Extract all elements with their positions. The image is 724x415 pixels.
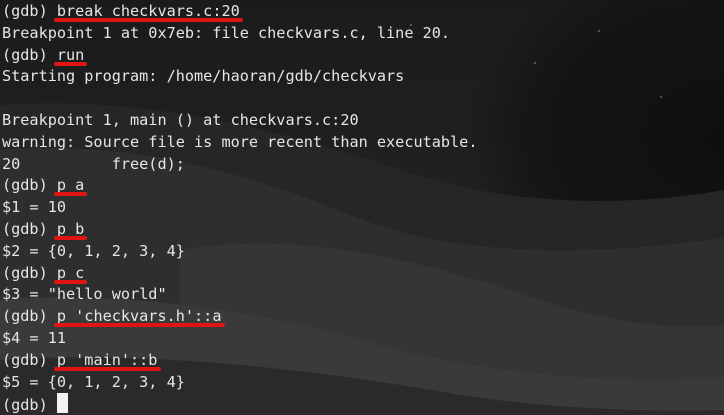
output-text: Breakpoint 1 at 0x7eb: file checkvars.c,… <box>2 23 451 42</box>
output-text: $3 = "hello world" <box>2 285 167 304</box>
output-text: $5 = {0, 1, 2, 3, 4} <box>2 372 185 391</box>
command-text: run <box>56 45 85 64</box>
terminal-command-line: (gdb) run <box>2 45 477 67</box>
terminal-output-line: Breakpoint 1 at 0x7eb: file checkvars.c,… <box>2 23 477 45</box>
terminal-output-line: 20 free(d); <box>2 154 477 176</box>
terminal-output-line: $2 = {0, 1, 2, 3, 4} <box>2 241 477 263</box>
terminal-output-line: Starting program: /home/haoran/gdb/check… <box>2 66 477 88</box>
terminal-output-line: $1 = 10 <box>2 197 477 219</box>
annotation-underline <box>53 18 244 22</box>
terminal-command-line: (gdb) p 'main'::b <box>2 350 477 372</box>
terminal-output: (gdb) break checkvars.c:20 Breakpoint 1 a… <box>2 1 477 415</box>
terminal-command-line: (gdb) p b <box>2 219 477 241</box>
gdb-prompt: (gdb) <box>2 350 57 369</box>
terminal-output-line: $4 = 11 <box>2 328 477 350</box>
output-text: $4 = 11 <box>2 328 67 347</box>
annotation-underline <box>53 366 161 371</box>
output-text: warning: Source file is more recent than… <box>2 132 478 151</box>
annotation-underline <box>53 279 88 284</box>
star-decoration <box>598 30 600 32</box>
star-decoration <box>534 62 536 64</box>
terminal-command-line: (gdb) p a <box>2 175 477 197</box>
terminal-output-line: warning: Source file is more recent than… <box>2 132 477 154</box>
annotation-underline <box>53 323 225 328</box>
output-text: Starting program: /home/haoran/gdb/check… <box>2 67 405 86</box>
output-text: 20 free(d); <box>2 154 185 173</box>
command-text: p c <box>56 263 85 282</box>
terminal-command-line: (gdb) p 'checkvars.h'::a <box>2 306 477 328</box>
terminal-command-line: (gdb) <box>2 393 477 415</box>
annotation-underline <box>53 192 88 197</box>
annotation-underline <box>53 61 88 66</box>
terminal-output-line: $3 = "hello world" <box>2 284 477 306</box>
annotation-underline <box>53 235 88 240</box>
output-text: $2 = {0, 1, 2, 3, 4} <box>2 241 185 260</box>
terminal-output-line: Breakpoint 1, main () at checkvars.c:20 <box>2 110 477 132</box>
gdb-prompt: (gdb) <box>2 2 57 20</box>
terminal-output-line <box>2 88 477 110</box>
gdb-prompt: (gdb) <box>2 396 57 415</box>
terminal-command-line: (gdb) p c <box>2 263 477 285</box>
gdb-prompt: (gdb) <box>2 176 57 195</box>
terminal-command-line: (gdb) break checkvars.c:20 <box>2 1 477 23</box>
terminal-window[interactable]: (gdb) break checkvars.c:20 Breakpoint 1 a… <box>0 0 724 415</box>
output-text: $1 = 10 <box>2 198 67 217</box>
gdb-prompt: (gdb) <box>2 45 57 64</box>
star-decoration <box>660 96 662 98</box>
gdb-prompt: (gdb) <box>2 307 57 326</box>
terminal-output-line: $5 = {0, 1, 2, 3, 4} <box>2 372 477 394</box>
gdb-prompt: (gdb) <box>2 263 57 282</box>
output-text: Breakpoint 1, main () at checkvars.c:20 <box>2 110 359 129</box>
gdb-prompt: (gdb) <box>2 219 57 238</box>
text-cursor[interactable] <box>56 393 68 414</box>
